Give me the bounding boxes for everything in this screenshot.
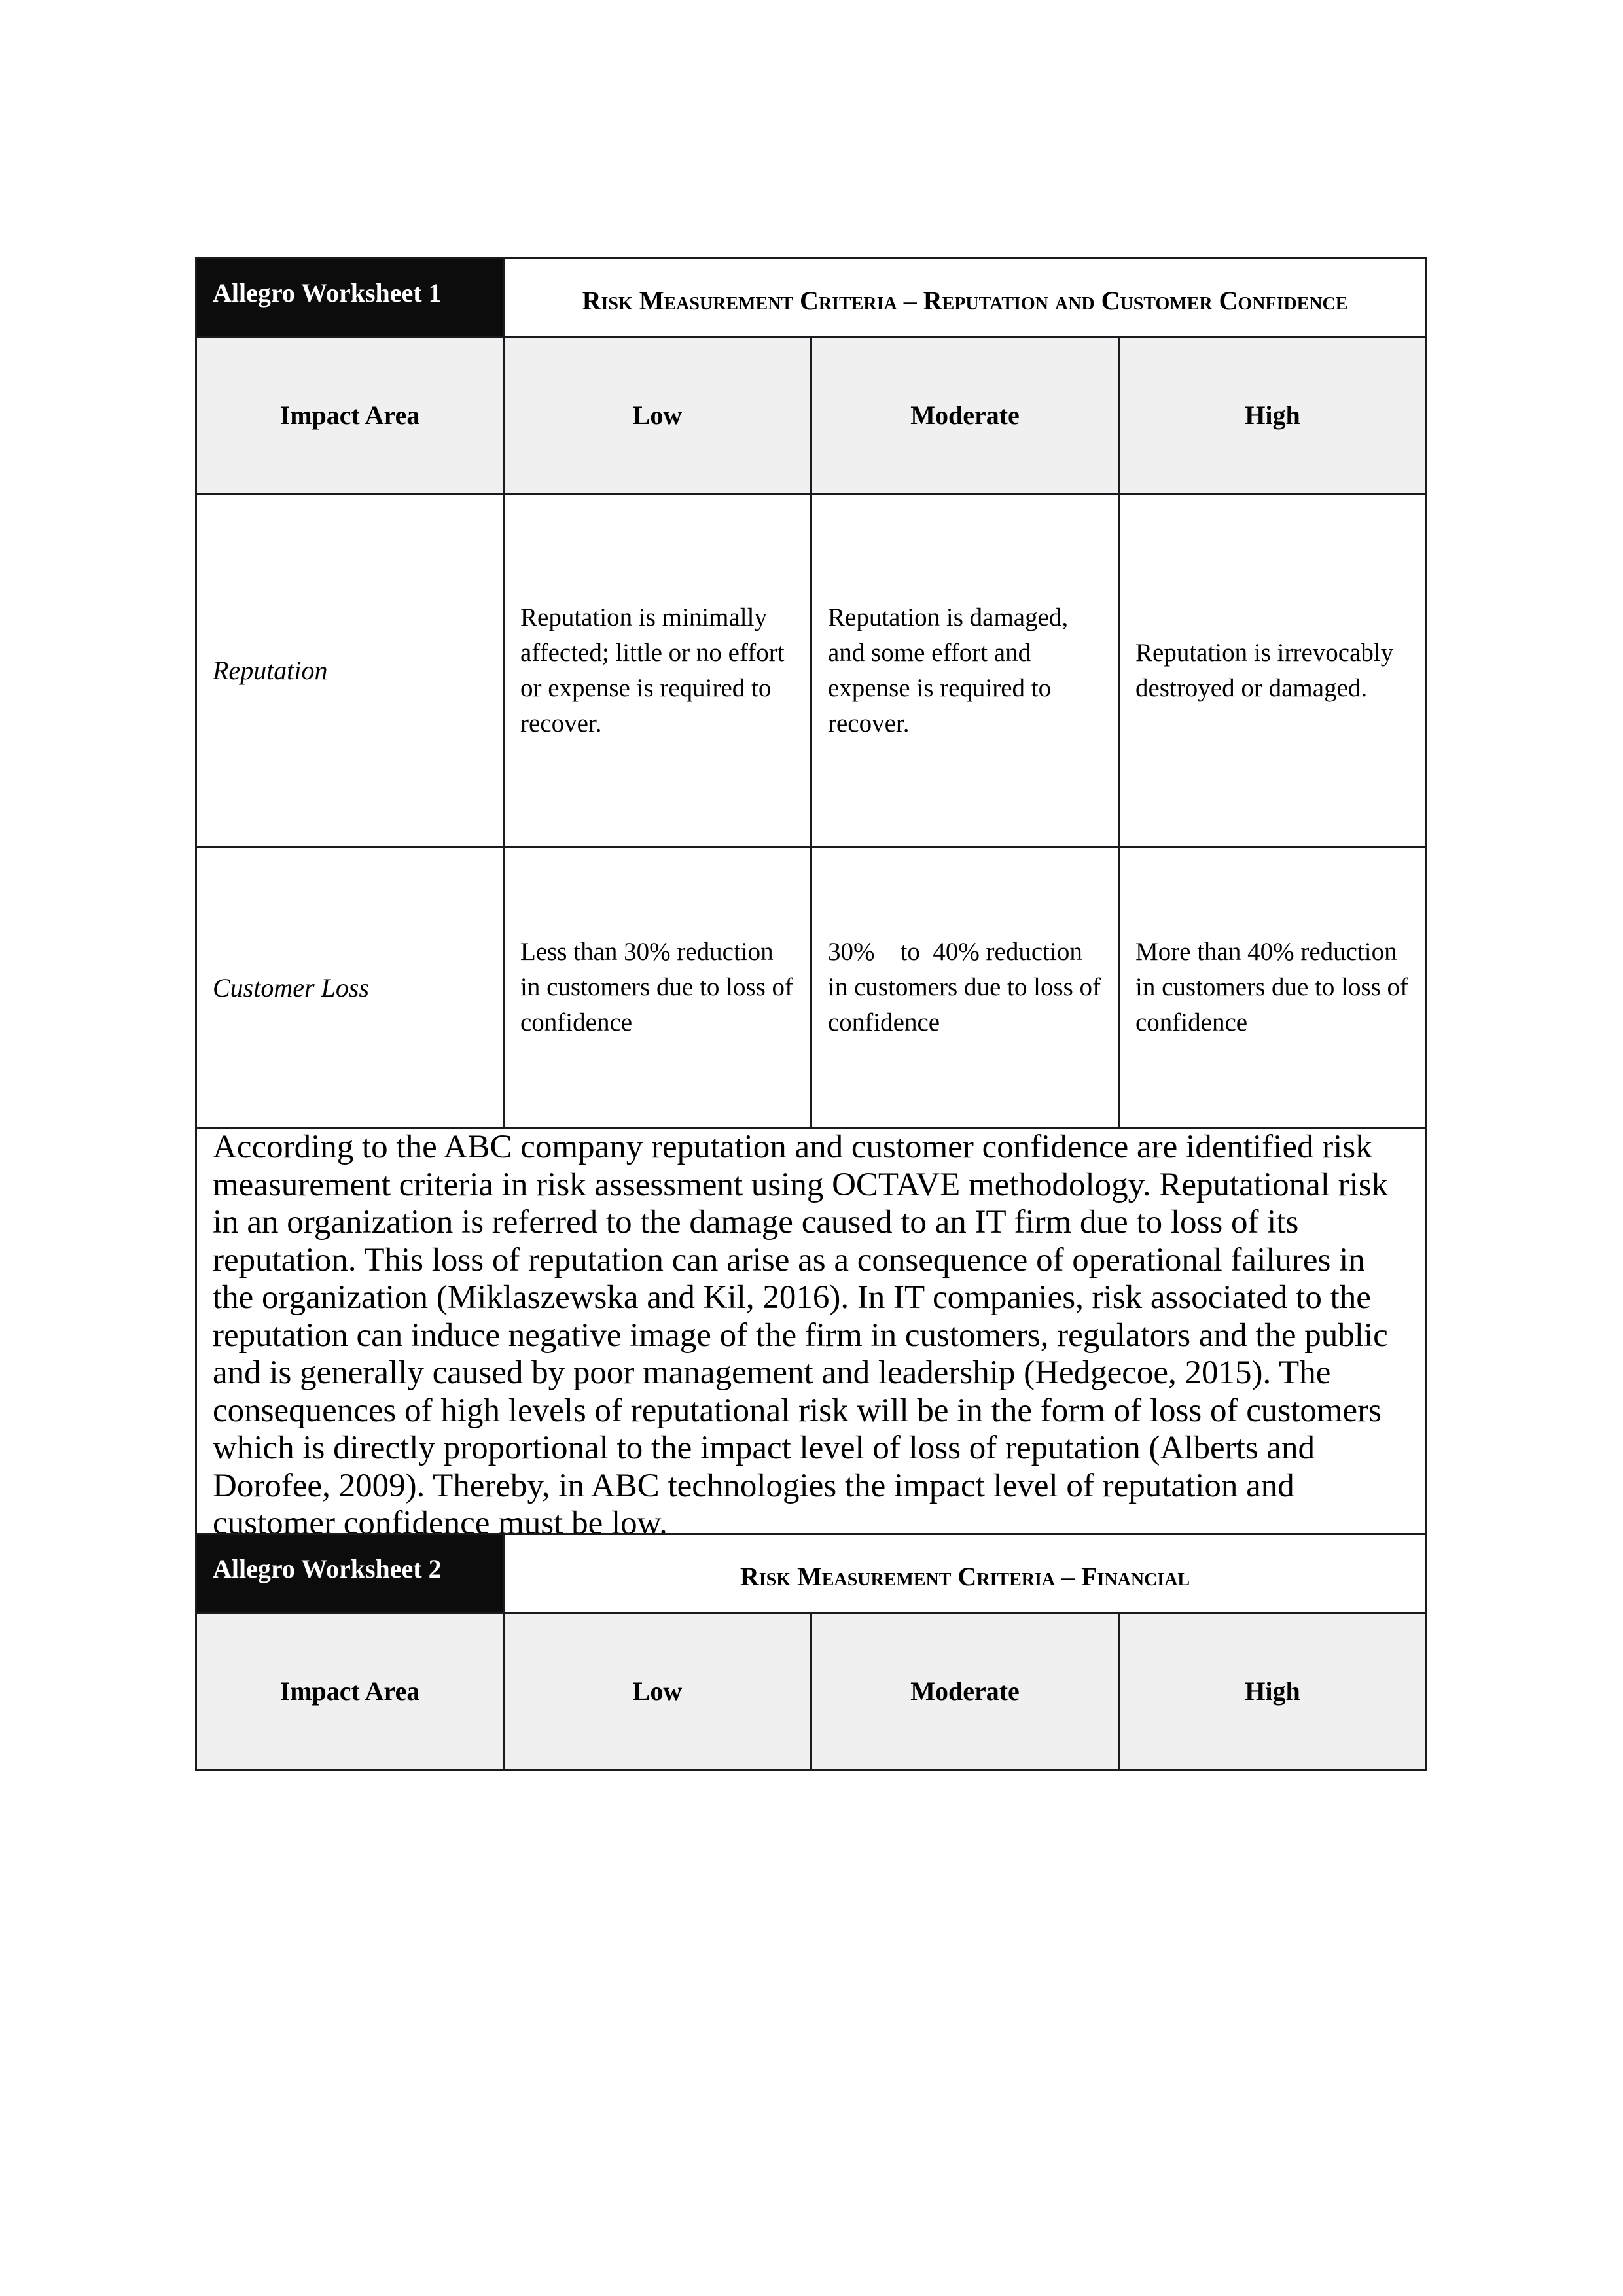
explanation-cell: According to the ABC company reputation … [194,1127,1428,1535]
explanation-paragraph: According to the ABC company reputation … [213,1129,1389,1533]
worksheet-2-title: Risk Measurement Criteria – Financial [502,1533,1428,1614]
column-header-moderate: Moderate [810,336,1120,495]
worksheet-1-column-header-row: Impact Area Low Moderate High [195,336,1428,495]
high-criteria-cell: Reputation is irrevocably destroyed or d… [1117,493,1428,848]
worksheet-1-label: Allegro Worksheet 1 [195,257,505,338]
table-row-customer-loss: Customer Loss Less than 30% reduction in… [195,846,1428,1129]
impact-area-cell: Reputation [195,493,505,848]
column-header-low: Low [503,1612,812,1771]
column-header-low: Low [503,336,812,495]
moderate-criteria-cell: Reputation is damaged, and some effort a… [810,493,1120,848]
worksheet-2-column-header-row: Impact Area Low Moderate High [195,1612,1428,1771]
worksheet-1-title: Risk Measurement Criteria – Reputation a… [502,257,1428,338]
column-header-high: High [1117,1612,1428,1771]
risk-measurement-table: Allegro Worksheet 1 Risk Measurement Cri… [194,257,1428,1771]
worksheet-1-explanation-row: According to the ABC company reputation … [194,1127,1428,1535]
worksheet-2-label: Allegro Worksheet 2 [195,1533,505,1614]
impact-area-cell: Customer Loss [195,846,505,1129]
column-header-impact-area: Impact Area [195,1612,505,1771]
column-header-moderate: Moderate [810,1612,1120,1771]
table-row-reputation: Reputation Reputation is minimally affec… [195,493,1428,848]
moderate-criteria-text: 30% to 40% reduction in customers due to… [828,938,1107,1036]
moderate-criteria-cell: 30% to 40% reduction in customers due to… [810,846,1120,1129]
worksheet-2-header-row: Allegro Worksheet 2 Risk Measurement Cri… [195,1533,1428,1614]
worksheet-1-header-row: Allegro Worksheet 1 Risk Measurement Cri… [195,257,1428,338]
high-criteria-cell: More than 40% reduction in customers due… [1117,846,1428,1129]
column-header-impact-area: Impact Area [195,336,505,495]
column-header-high: High [1117,336,1428,495]
explanation-clip: According to the ABC company reputation … [213,1129,1410,1533]
document-page: Allegro Worksheet 1 Risk Measurement Cri… [194,257,1428,1771]
low-criteria-cell: Reputation is minimally affected; little… [503,493,812,848]
low-criteria-cell: Less than 30% reduction in customers due… [503,846,812,1129]
